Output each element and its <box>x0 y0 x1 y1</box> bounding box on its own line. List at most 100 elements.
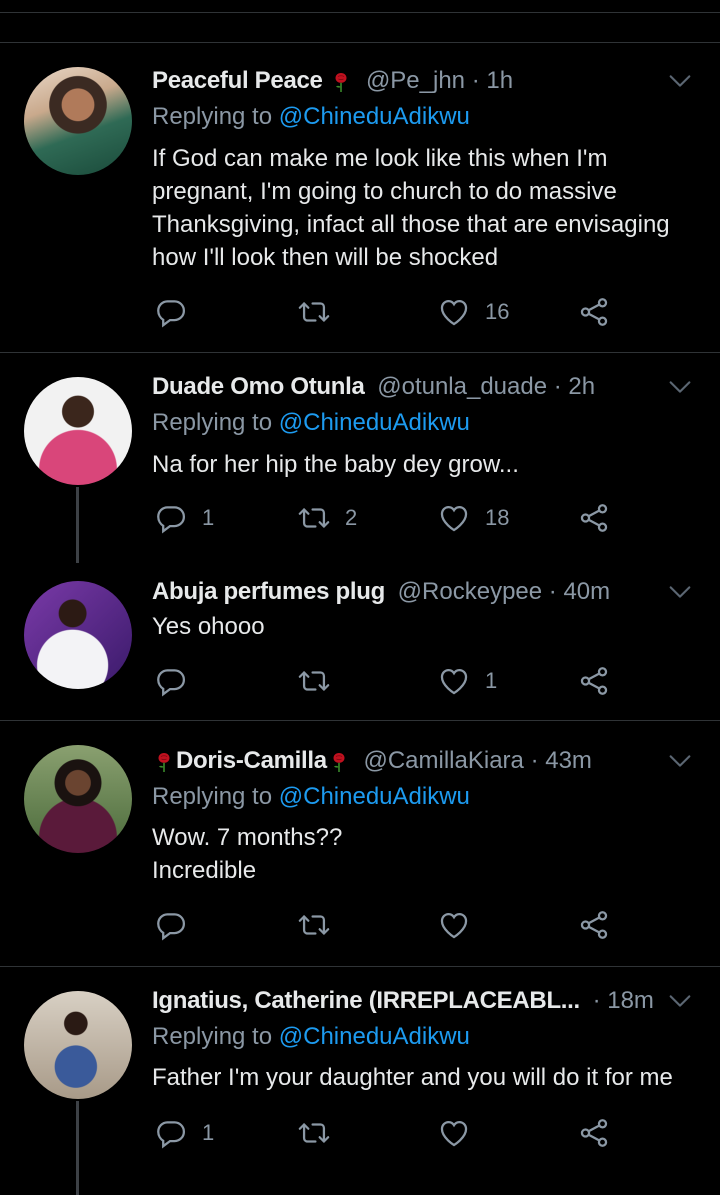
like-icon <box>437 501 471 535</box>
tweet-actions: 1 <box>152 1115 622 1151</box>
thread-line <box>76 1101 79 1195</box>
handle[interactable]: @Pe_jhn <box>366 67 465 94</box>
display-name[interactable]: Abuja perfumes plug <box>152 578 385 605</box>
chevron-down-icon[interactable] <box>666 67 694 95</box>
tweet-text: Na for her hip the baby dey grow... <box>152 451 519 478</box>
chevron-down-icon[interactable] <box>666 578 694 606</box>
timestamp[interactable]: · 18m <box>593 987 654 1014</box>
like-button[interactable]: 1 <box>437 663 497 699</box>
tweet-header: Peaceful Peace @Pe_jhn · 1h <box>152 65 700 97</box>
share-button[interactable] <box>577 907 611 943</box>
tweet[interactable]: Abuja perfumes plug @Rockeypee · 40m Yes… <box>0 563 720 720</box>
tweet-actions: 16 <box>152 294 622 330</box>
avatar[interactable] <box>24 581 132 689</box>
timestamp[interactable]: · 1h <box>472 67 513 94</box>
like-count: 16 <box>485 299 510 324</box>
avatar[interactable] <box>24 377 132 485</box>
tweet-text: Yes ohooo <box>152 613 265 640</box>
retweet-button[interactable] <box>297 663 345 699</box>
like-button[interactable] <box>437 907 485 943</box>
rose-emoji <box>152 749 176 775</box>
replying-to: Replying to @ChineduAdikwu <box>152 407 470 439</box>
share-button[interactable] <box>577 663 611 699</box>
retweet-count: 2 <box>345 505 358 530</box>
retweet-icon <box>297 664 331 698</box>
like-button[interactable] <box>437 1115 485 1151</box>
like-button[interactable]: 16 <box>437 294 509 330</box>
handle[interactable]: @CamillaKiara <box>363 747 523 774</box>
reply-icon <box>154 501 188 535</box>
retweet-button[interactable]: 2 <box>297 500 357 536</box>
timestamp[interactable]: · 40m <box>549 578 610 605</box>
retweet-icon <box>297 501 331 535</box>
thread-line <box>76 487 79 563</box>
display-name[interactable]: Doris-Camilla <box>176 747 327 774</box>
replying-to-label: Replying to <box>152 103 279 130</box>
tweet-header: Abuja perfumes plug @Rockeypee · 40m <box>152 576 700 608</box>
avatar[interactable] <box>24 745 132 853</box>
reply-button[interactable] <box>154 294 202 330</box>
share-icon <box>577 664 611 698</box>
handle[interactable]: @Rockeypee <box>398 578 542 605</box>
retweet-icon <box>297 908 331 942</box>
share-button[interactable] <box>577 1115 611 1151</box>
retweet-icon <box>297 295 331 329</box>
handle[interactable]: @otunla_duade <box>377 373 547 400</box>
top-divider <box>0 12 720 13</box>
tweet-actions <box>152 907 622 943</box>
share-icon <box>577 501 611 535</box>
tweet[interactable]: Doris-Camilla @CamillaKiara · 43m Replyi… <box>0 721 720 966</box>
display-name[interactable]: Duade Omo Otunla <box>152 373 365 400</box>
mention-link[interactable]: @ChineduAdikwu <box>279 103 470 130</box>
chevron-down-icon[interactable] <box>666 373 694 401</box>
replying-to: Replying to @ChineduAdikwu <box>152 781 470 813</box>
avatar[interactable] <box>24 67 132 175</box>
mention-link[interactable]: @ChineduAdikwu <box>279 409 470 436</box>
like-icon <box>437 664 471 698</box>
like-icon <box>437 1116 471 1150</box>
retweet-button[interactable] <box>297 1115 345 1151</box>
tweet-header: Duade Omo Otunla @otunla_duade · 2h <box>152 371 700 403</box>
reply-button[interactable]: 1 <box>154 500 214 536</box>
tweet[interactable]: Ignatius, Catherine (IRREPLACEABL... · 1… <box>0 967 720 1195</box>
timestamp[interactable]: · 2h <box>554 373 595 400</box>
replying-to: Replying to @ChineduAdikwu <box>152 101 470 133</box>
like-icon <box>437 908 471 942</box>
mention-link[interactable]: @ChineduAdikwu <box>279 1023 470 1050</box>
retweet-button[interactable] <box>297 294 345 330</box>
tweet-text: Wow. 7 months?? Incredible <box>152 824 343 884</box>
share-icon <box>577 1116 611 1150</box>
tweet[interactable]: Peaceful Peace @Pe_jhn · 1h Replying to … <box>0 43 720 352</box>
retweet-button[interactable] <box>297 907 345 943</box>
reply-button[interactable] <box>154 907 202 943</box>
replying-to-label: Replying to <box>152 409 279 436</box>
like-count: 1 <box>485 668 498 693</box>
rose-emoji <box>327 749 351 775</box>
reply-icon <box>154 295 188 329</box>
share-button[interactable] <box>577 294 611 330</box>
reply-button[interactable] <box>154 663 202 699</box>
tweet-text: If God can make me look like this when I… <box>152 145 670 271</box>
chevron-down-icon[interactable] <box>666 747 694 775</box>
replying-to: Replying to @ChineduAdikwu <box>152 1021 470 1053</box>
like-button[interactable]: 18 <box>437 500 509 536</box>
reply-button[interactable]: 1 <box>154 1115 214 1151</box>
reply-icon <box>154 908 188 942</box>
mention-link[interactable]: @ChineduAdikwu <box>279 783 470 810</box>
display-name[interactable]: Ignatius, Catherine (IRREPLACEABL... <box>152 987 580 1014</box>
reply-count: 1 <box>202 505 215 530</box>
share-button[interactable] <box>577 500 611 536</box>
tweet[interactable]: Duade Omo Otunla @otunla_duade · 2h Repl… <box>0 353 720 563</box>
display-name[interactable]: Peaceful Peace <box>152 67 323 94</box>
share-icon <box>577 295 611 329</box>
reply-icon <box>154 664 188 698</box>
like-icon <box>437 295 471 329</box>
share-icon <box>577 908 611 942</box>
tweet-text: Father I'm your daughter and you will do… <box>152 1064 673 1091</box>
replying-to-label: Replying to <box>152 1023 279 1050</box>
timestamp[interactable]: · 43m <box>531 747 592 774</box>
rose-emoji <box>329 69 353 95</box>
reply-count: 1 <box>202 1120 215 1145</box>
chevron-down-icon[interactable] <box>666 987 694 1015</box>
avatar[interactable] <box>24 991 132 1099</box>
